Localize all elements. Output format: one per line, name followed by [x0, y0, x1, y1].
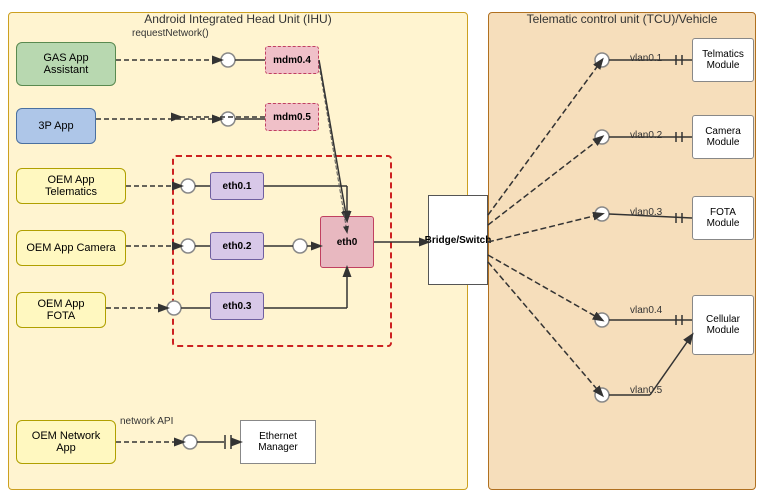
app-3p-label: 3P App [38, 120, 73, 132]
mdm04-label: mdm0.4 [273, 55, 311, 66]
mdm04-box: mdm0.4 [265, 46, 319, 74]
fota-module-box: FOTA Module [692, 196, 754, 240]
app-oem-fota-box: OEM App FOTA [16, 292, 106, 328]
mdm05-box: mdm0.5 [265, 103, 319, 131]
eth-manager-label: Ethernet Manager [258, 431, 297, 453]
app-gas-box: GAS App Assistant [16, 42, 116, 86]
app-oem-network-label: OEM Network App [23, 430, 109, 454]
app-3p-box: 3P App [16, 108, 96, 144]
eth0-label: eth0 [337, 237, 358, 248]
app-oem-network-box: OEM Network App [16, 420, 116, 464]
eth02-label: eth0.2 [223, 241, 252, 252]
vlan02-label: vlan0.2 [630, 130, 662, 141]
cellular-module-box: Cellular Module [692, 295, 754, 355]
mdm05-label: mdm0.5 [273, 112, 311, 123]
app-oem-telematics-box: OEM App Telematics [16, 168, 126, 204]
vlan05-label: vlan0.5 [630, 385, 662, 396]
diagram-container: Android Integrated Head Unit (IHU) Telem… [0, 0, 761, 502]
network-api-label: network API [120, 416, 173, 427]
eth02-box: eth0.2 [210, 232, 264, 260]
cellular-module-label: Cellular Module [706, 314, 740, 336]
app-gas-label: GAS App Assistant [23, 52, 109, 76]
eth03-label: eth0.3 [223, 301, 252, 312]
vlan03-label: vlan0.3 [630, 207, 662, 218]
app-oem-camera-label: OEM App Camera [26, 242, 115, 254]
request-network-label: requestNetwork() [132, 28, 209, 39]
ihu-title: Android Integrated Head Unit (IHU) [144, 12, 331, 26]
vlan01-label: vlan0.1 [630, 53, 662, 64]
telmatics-module-box: Telmatics Module [692, 38, 754, 82]
camera-module-label: Camera Module [705, 126, 741, 148]
eth03-box: eth0.3 [210, 292, 264, 320]
app-oem-telematics-label: OEM App Telematics [23, 174, 119, 198]
fota-module-label: FOTA Module [707, 207, 740, 229]
tcu-panel: Telematic control unit (TCU)/Vehicle [488, 12, 756, 490]
eth01-label: eth0.1 [223, 181, 252, 192]
eth0-box: eth0 [320, 216, 374, 268]
eth-manager-box: Ethernet Manager [240, 420, 316, 464]
app-oem-camera-box: OEM App Camera [16, 230, 126, 266]
eth01-box: eth0.1 [210, 172, 264, 200]
tcu-title: Telematic control unit (TCU)/Vehicle [527, 12, 718, 26]
camera-module-box: Camera Module [692, 115, 754, 159]
vlan04-label: vlan0.4 [630, 305, 662, 316]
app-oem-fota-label: OEM App FOTA [23, 298, 99, 322]
telmatics-module-label: Telmatics Module [702, 49, 744, 71]
bridge-switch-label: Bridge/Switch [425, 235, 492, 246]
bridge-switch-box: Bridge/Switch [428, 195, 488, 285]
